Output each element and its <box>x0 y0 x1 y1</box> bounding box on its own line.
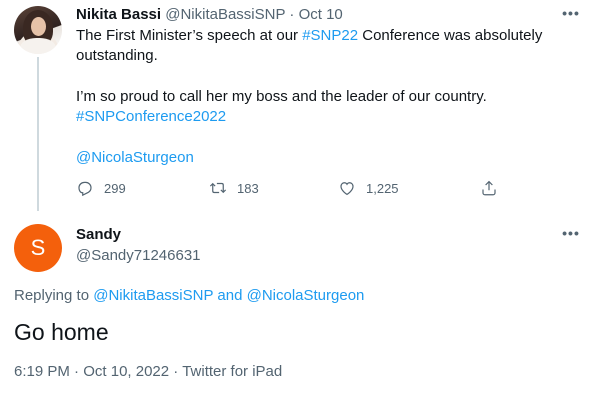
like-button[interactable]: 1,225 <box>338 178 399 198</box>
reply-author-handle[interactable]: @Sandy71246631 <box>76 246 201 266</box>
reply-date[interactable]: Oct 10, 2022 <box>83 363 169 380</box>
tweet-paragraph-2: I’m so proud to call her my boss and the… <box>76 87 576 127</box>
parent-author-handle[interactable]: @NikitaBassiSNP <box>165 6 285 23</box>
retweet-icon <box>209 182 227 194</box>
share-icon <box>482 180 496 196</box>
mention-nicolasturgeon[interactable]: @NicolaSturgeon <box>76 149 194 166</box>
avatar-shirt <box>20 38 56 54</box>
replying-to-line: Replying to @NikitaBassiSNP and @NicolaS… <box>14 286 364 306</box>
reply-count: 299 <box>104 180 126 196</box>
tweet-action-bar: 299 183 1,225 <box>76 178 506 198</box>
meta-separator: · <box>74 363 80 380</box>
thread-connector-line <box>37 57 39 211</box>
replying-to-label: Replying to <box>14 287 90 304</box>
hashtag-snpconference2022[interactable]: #SNPConference2022 <box>76 108 226 125</box>
parent-tweet-text: The First Minister’s speech at our #SNP2… <box>76 26 576 168</box>
hashtag-snp22[interactable]: #SNP22 <box>302 27 358 44</box>
parent-tweet-date[interactable]: Oct 10 <box>299 6 343 23</box>
header-separator: · <box>289 6 295 23</box>
retweet-button[interactable]: 183 <box>209 178 259 198</box>
avatar-face <box>31 17 46 36</box>
reply-button[interactable]: 299 <box>76 178 126 198</box>
like-count: 1,225 <box>366 180 399 196</box>
tweet-paragraph-1: The First Minister’s speech at our #SNP2… <box>76 26 576 66</box>
reply-icon <box>78 181 92 197</box>
reply-tweet-text: Go home <box>14 319 109 345</box>
replying-to-user-nicolasturgeon[interactable]: @NicolaSturgeon <box>247 287 365 304</box>
share-button[interactable] <box>480 178 498 198</box>
tweet-paragraph-3: @NicolaSturgeon <box>76 148 576 168</box>
replying-to-and[interactable]: and <box>217 287 242 304</box>
reply-author-name[interactable]: Sandy <box>76 225 121 245</box>
reply-time[interactable]: 6:19 PM <box>14 363 70 380</box>
retweet-count: 183 <box>237 180 259 196</box>
heart-icon <box>340 182 354 196</box>
reply-author-avatar[interactable]: S <box>14 224 62 272</box>
reply-source: Twitter for iPad <box>182 363 283 380</box>
meta-separator: · <box>173 363 179 380</box>
more-horizontal-icon[interactable]: ••• <box>561 5 581 25</box>
parent-author-avatar[interactable] <box>14 6 62 54</box>
more-horizontal-icon[interactable]: ••• <box>561 225 581 245</box>
tweet-text-segment: The First Minister’s speech at our <box>76 27 303 44</box>
tweet-text-segment: I’m so proud to call her my boss and the… <box>76 88 487 105</box>
reply-tweet-meta: 6:19 PM · Oct 10, 2022 · Twitter for iPa… <box>14 362 282 382</box>
parent-author-name[interactable]: Nikita Bassi <box>76 6 161 23</box>
parent-tweet-header: Nikita Bassi @NikitaBassiSNP · Oct 10 <box>76 5 343 25</box>
replying-to-user-nikitabassisnp[interactable]: @NikitaBassiSNP <box>93 287 213 304</box>
